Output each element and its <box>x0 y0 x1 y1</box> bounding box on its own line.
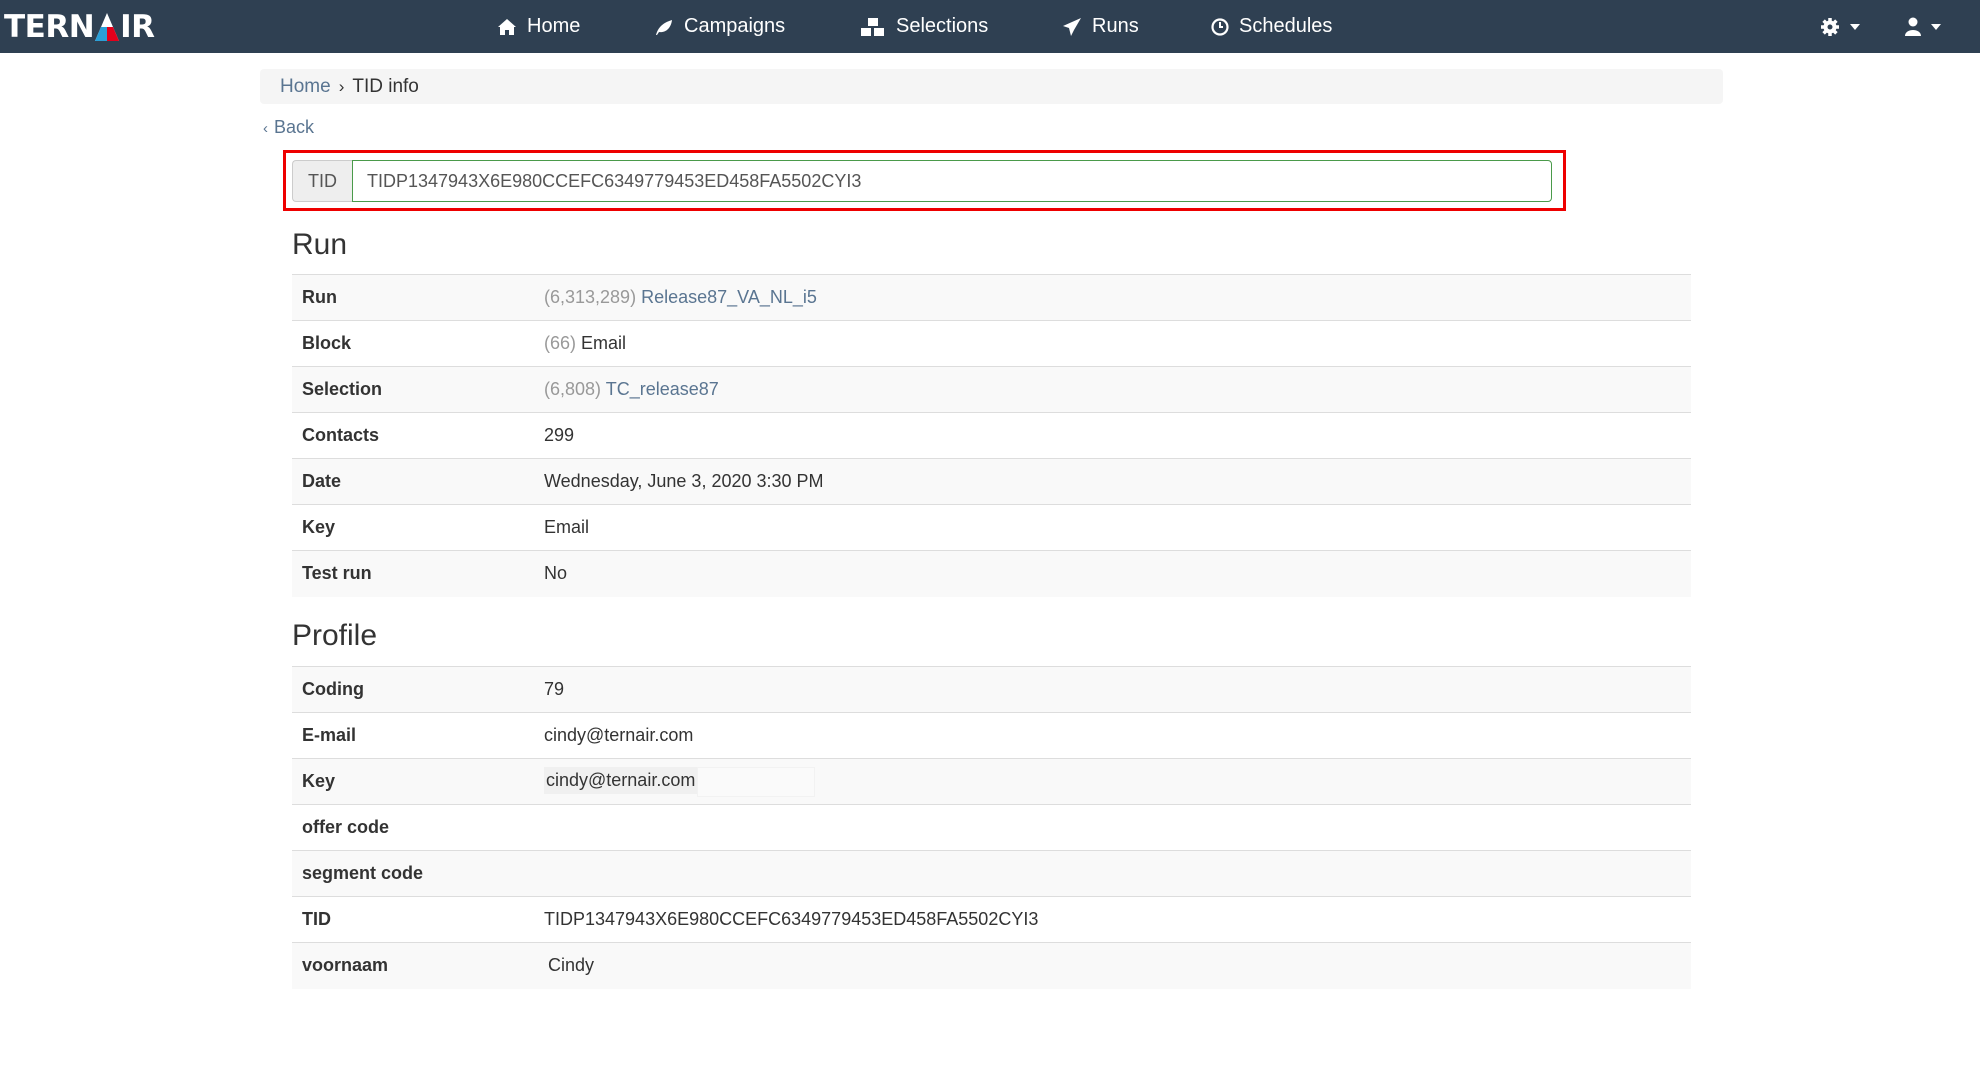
row-value-link[interactable]: TC_release87 <box>606 379 719 399</box>
row-label: Coding <box>292 666 534 713</box>
breadcrumb-separator: › <box>338 76 345 96</box>
row-value-cell: Cindy <box>534 942 1691 989</box>
row-label: Selection <box>292 366 534 413</box>
nav-campaigns-label: Campaigns <box>684 15 786 37</box>
chevron-down-icon <box>1850 23 1860 30</box>
row-value-cell: Email <box>534 504 1691 551</box>
table-row-test-run: Test run No <box>292 550 1691 597</box>
table-row-coding: Coding 79 <box>292 666 1691 713</box>
row-value-cell: cindy@ternair.com <box>534 758 1691 805</box>
row-label: Contacts <box>292 412 534 459</box>
row-label: TID <box>292 896 534 943</box>
row-value-cell: (6,808) TC_release87 <box>534 366 1691 413</box>
run-heading: Run <box>292 228 348 261</box>
row-value: 79 <box>544 679 565 699</box>
ternair-logo[interactable]: TERN IR <box>4 9 155 45</box>
nav-runs-label: Runs <box>1092 15 1139 37</box>
clock-icon <box>1211 17 1229 36</box>
top-navbar: TERN IR Home Campaigns Selections Runs S… <box>0 0 1980 53</box>
row-value-cell: TIDP1347943X6E980CCEFC6349779453ED458FA5… <box>534 896 1691 943</box>
nav-home[interactable]: Home <box>497 0 580 53</box>
row-label: segment code <box>292 850 534 897</box>
row-label: Key <box>292 758 534 805</box>
row-value-cell: cindy@ternair.com <box>534 712 1691 759</box>
paper-plane-icon <box>1063 17 1081 36</box>
row-label: voornaam <box>292 942 534 989</box>
row-value: Wednesday, June 3, 2020 3:30 PM <box>544 471 824 491</box>
gear-icon <box>1821 17 1839 36</box>
profile-heading: Profile <box>292 619 378 652</box>
user-icon <box>1905 17 1921 36</box>
row-id: (66) <box>544 333 577 353</box>
row-value: Email <box>544 517 590 537</box>
breadcrumb-current: TID info <box>352 75 419 97</box>
breadcrumb-home[interactable]: Home <box>280 76 331 98</box>
table-row-voornaam: voornaam Cindy <box>292 942 1691 989</box>
row-label: offer code <box>292 804 534 851</box>
tid-input-group: TID <box>292 160 1552 202</box>
key-blank-field <box>697 766 816 797</box>
row-label: Key <box>292 504 534 551</box>
row-value: 299 <box>544 425 575 445</box>
back-label: Back <box>274 117 315 137</box>
row-value: Cindy <box>548 955 595 976</box>
row-value-link[interactable]: Release87_VA_NL_i5 <box>641 287 817 307</box>
row-label: Run <box>292 274 534 321</box>
nav-home-label: Home <box>527 15 581 37</box>
table-row-block: Block (66) Email <box>292 320 1691 367</box>
run-table: Run (6,313,289) Release87_VA_NL_i5 Block (6… <box>292 274 1691 597</box>
settings-dropdown[interactable] <box>1820 0 1860 53</box>
nav-runs[interactable]: Runs <box>1062 0 1139 53</box>
leaf-icon <box>656 19 672 35</box>
row-id: (6,808) <box>544 379 602 399</box>
row-value: cindy@ternair.com <box>544 767 698 795</box>
row-value-cell: 79 <box>534 666 1691 713</box>
nav-campaigns[interactable]: Campaigns <box>654 0 785 53</box>
row-label: E-mail <box>292 712 534 759</box>
row-value: TIDP1347943X6E980CCEFC6349779453ED458FA5… <box>544 909 1039 929</box>
user-dropdown[interactable] <box>1905 0 1941 53</box>
table-row-selection: Selection (6,808) TC_release87 <box>292 366 1691 413</box>
table-row-e-mail: E-mail cindy@ternair.com <box>292 712 1691 759</box>
row-value-cell: Wednesday, June 3, 2020 3:30 PM <box>534 458 1691 505</box>
table-row-date: Date Wednesday, June 3, 2020 3:30 PM <box>292 458 1691 505</box>
table-row-key: Key Email <box>292 504 1691 551</box>
row-label: Block <box>292 320 534 367</box>
table-row-contacts: Contacts 299 <box>292 412 1691 459</box>
row-value: No <box>544 563 568 584</box>
row-value: Email <box>581 333 627 353</box>
row-value-cell: No <box>534 550 1691 597</box>
nav-schedules-label: Schedules <box>1239 15 1333 37</box>
cubes-icon <box>861 17 884 36</box>
logo-triangle-icon <box>95 13 120 41</box>
table-row-offer-code: offer code <box>292 804 1691 851</box>
row-label: Date <box>292 458 534 505</box>
table-row-key: Key cindy@ternair.com <box>292 758 1691 805</box>
profile-table: Coding 79 E-mail cindy@ternair.com Key cindy@… <box>292 666 1691 989</box>
chevron-left-icon: ‹ <box>263 120 268 137</box>
row-value-cell <box>534 804 1691 851</box>
row-value-cell: 299 <box>534 412 1691 459</box>
row-value-cell: (6,313,289) Release87_VA_NL_i5 <box>534 274 1691 321</box>
back-link[interactable]: ‹ Back <box>263 117 314 138</box>
breadcrumb: Home › TID info <box>260 69 1723 104</box>
tid-input-label: TID <box>292 160 352 202</box>
tid-input[interactable] <box>352 160 1552 202</box>
nav-selections[interactable]: Selections <box>860 0 988 53</box>
row-label: Test run <box>292 550 534 597</box>
table-row-tid: TID TIDP1347943X6E980CCEFC6349779453ED458… <box>292 896 1691 943</box>
row-value: cindy@ternair.com <box>544 725 694 745</box>
row-value-cell <box>534 850 1691 897</box>
home-icon <box>498 18 516 35</box>
table-row-segment-code: segment code <box>292 850 1691 897</box>
nav-schedules[interactable]: Schedules <box>1211 0 1332 53</box>
table-row-run: Run (6,313,289) Release87_VA_NL_i5 <box>292 274 1691 321</box>
row-id: (6,313,289) <box>544 287 637 307</box>
chevron-down-icon <box>1931 23 1941 30</box>
nav-selections-label: Selections <box>896 15 989 37</box>
row-value-cell: (66) Email <box>534 320 1691 367</box>
